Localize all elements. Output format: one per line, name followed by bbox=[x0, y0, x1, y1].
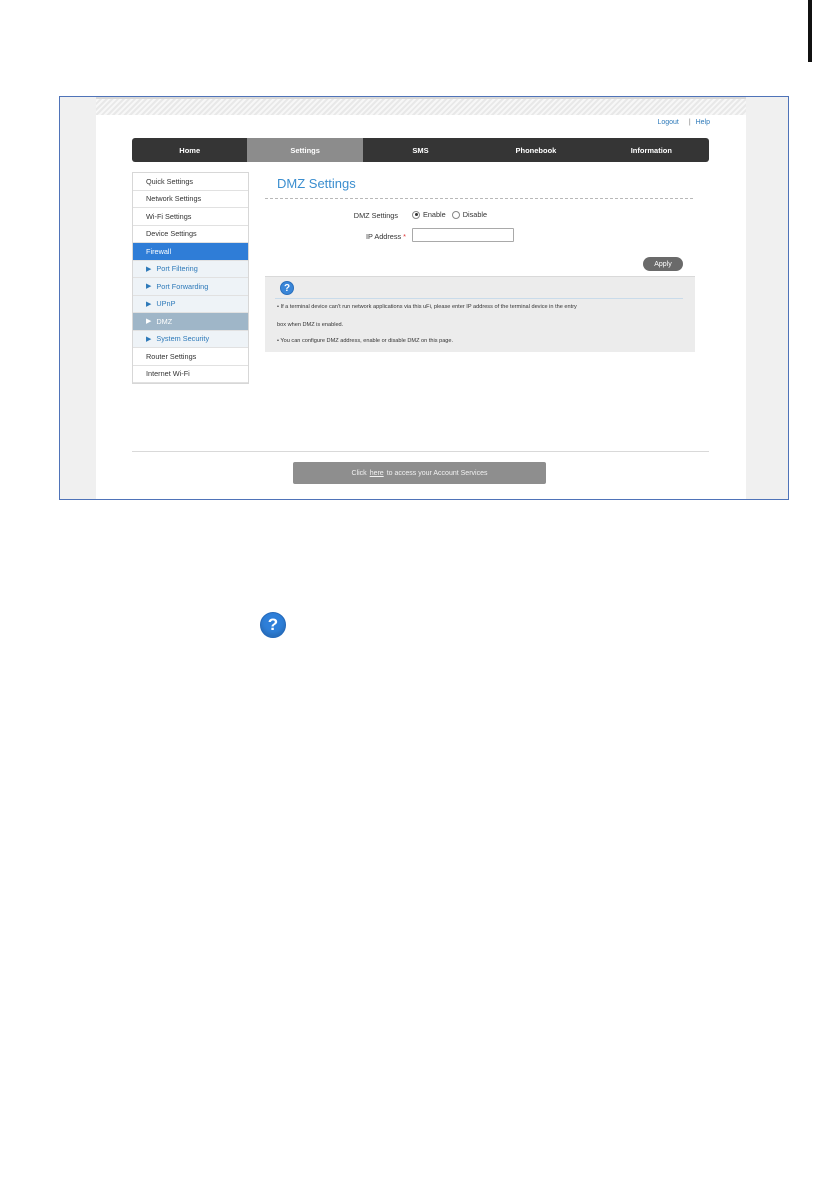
logout-link[interactable]: Logout bbox=[657, 119, 678, 126]
disable-option[interactable]: Disable bbox=[451, 210, 488, 219]
chevron-right-icon: ▶ bbox=[146, 318, 152, 326]
enable-option[interactable]: Enable bbox=[412, 210, 446, 219]
ip-address-label: IP Address bbox=[365, 232, 402, 241]
settings-sidebar: Quick Settings Network Settings Wi-Fi Se… bbox=[132, 172, 249, 384]
chevron-right-icon: ▶ bbox=[146, 283, 152, 291]
sidebar-subitem-port-forwarding[interactable]: ▶ Port Forwarding bbox=[133, 278, 248, 296]
browser-top-strip bbox=[96, 97, 746, 115]
sidebar-item-internet-wifi[interactable]: Internet Wi-Fi bbox=[133, 366, 248, 383]
ip-address-input[interactable] bbox=[412, 228, 514, 242]
sidebar-subitem-label: Port Filtering bbox=[156, 264, 198, 274]
page-edge-mark bbox=[808, 0, 812, 62]
sidebar-subitem-dmz[interactable]: ▶ DMZ bbox=[133, 313, 248, 331]
sidebar-item-wifi-settings[interactable]: Wi-Fi Settings bbox=[133, 208, 248, 226]
tab-information[interactable]: Information bbox=[594, 138, 709, 162]
sidebar-subitem-label: UPnP bbox=[156, 299, 176, 309]
sidebar-subitem-label: DMZ bbox=[156, 316, 173, 326]
help-icon-large: ? bbox=[260, 612, 286, 638]
sidebar-item-quick-settings[interactable]: Quick Settings bbox=[133, 173, 248, 191]
tab-settings[interactable]: Settings bbox=[247, 138, 363, 162]
help-text-line-3: • You can configure DMZ address, enable … bbox=[277, 338, 454, 344]
browser-top-line bbox=[96, 97, 746, 99]
dmz-settings-label: DMZ Settings bbox=[353, 211, 398, 220]
chevron-right-icon: ▶ bbox=[146, 265, 152, 273]
tab-phonebook[interactable]: Phonebook bbox=[478, 138, 593, 162]
main-nav: Home Settings SMS Phonebook Information bbox=[132, 138, 709, 162]
help-text-line-1: • If a terminal device can't run network… bbox=[277, 304, 577, 310]
help-icon: ? bbox=[280, 281, 294, 295]
help-divider bbox=[275, 298, 683, 299]
help-panel: ? • If a terminal device can't run netwo… bbox=[265, 276, 695, 352]
help-link[interactable]: Help bbox=[696, 119, 710, 126]
tab-sms[interactable]: SMS bbox=[363, 138, 478, 162]
account-services-bar: Click here to access your Account Servic… bbox=[293, 462, 546, 484]
enable-radio[interactable] bbox=[412, 210, 420, 219]
sidebar-item-router-settings[interactable]: Router Settings bbox=[133, 348, 248, 366]
tab-home[interactable]: Home bbox=[132, 138, 247, 162]
chevron-right-icon: ▶ bbox=[146, 300, 152, 308]
dmz-radio-group: Enable Disable bbox=[412, 210, 493, 219]
sidebar-subitem-label: Port Forwarding bbox=[156, 281, 209, 291]
router-admin-page: Logout | Help Home Settings SMS Phoneboo… bbox=[96, 115, 746, 499]
sidebar-item-firewall[interactable]: Firewall bbox=[133, 243, 248, 261]
sidebar-subitem-port-filtering[interactable]: ▶ Port Filtering bbox=[133, 260, 248, 278]
sidebar-item-network-settings[interactable]: Network Settings bbox=[133, 191, 248, 208]
title-divider bbox=[265, 198, 693, 199]
page-title: DMZ Settings bbox=[277, 176, 356, 191]
help-text-line-2: box when DMZ is enabled. bbox=[277, 322, 344, 328]
disable-radio[interactable] bbox=[451, 210, 460, 219]
screenshot-frame: Logout | Help Home Settings SMS Phoneboo… bbox=[59, 96, 789, 500]
sidebar-item-device-settings[interactable]: Device Settings bbox=[133, 226, 248, 243]
account-link[interactable]: here bbox=[370, 470, 384, 477]
top-links-separator: | bbox=[688, 119, 691, 126]
apply-button[interactable]: Apply bbox=[643, 257, 683, 271]
sidebar-subitem-system-security[interactable]: ▶ System Security bbox=[133, 330, 248, 348]
footer-divider bbox=[132, 451, 709, 452]
account-suffix: to access your Account Services bbox=[386, 469, 488, 477]
sidebar-subitem-label: System Security bbox=[156, 334, 210, 344]
account-prefix: Click bbox=[351, 469, 367, 477]
enable-label: Enable bbox=[423, 210, 446, 219]
chevron-right-icon: ▶ bbox=[146, 335, 152, 343]
sidebar-subitem-upnp[interactable]: ▶ UPnP bbox=[133, 295, 248, 313]
ip-address-label-row: IP Address * bbox=[332, 232, 406, 241]
top-links: Logout | Help bbox=[657, 119, 710, 126]
required-mark: * bbox=[403, 232, 406, 241]
disable-label: Disable bbox=[462, 210, 488, 219]
